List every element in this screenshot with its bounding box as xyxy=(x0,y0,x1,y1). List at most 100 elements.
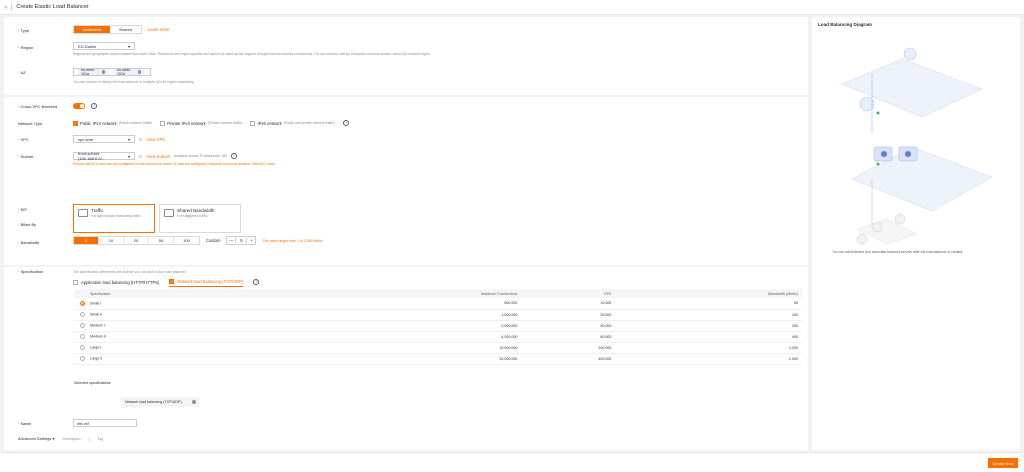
bandwidth-label: *Bandwidth xyxy=(18,240,40,245)
bandwidth-option[interactable]: 5 xyxy=(74,237,99,244)
radio-icon[interactable] xyxy=(80,334,85,339)
subnet-select[interactable]: front-subnet (192.168.0.0/... ▾ xyxy=(73,151,135,161)
network-ipv6[interactable]: IPv6 network (Public and private network … xyxy=(250,120,335,126)
column-header: Maximum Connections xyxy=(297,289,522,298)
checkbox-icon[interactable] xyxy=(160,120,166,126)
type-shared[interactable]: Shared xyxy=(110,26,141,33)
network-type-label: Network Type xyxy=(18,121,43,126)
basic-card: *Type Dedicated Shared Learn more *Regio… xyxy=(4,17,808,95)
close-icon[interactable] xyxy=(101,70,105,74)
selected-spec-value: Network load balancing (TCP/UDP) xyxy=(125,400,182,404)
vpc-label: *VPC xyxy=(18,137,29,142)
refresh-icon[interactable]: ↻ xyxy=(139,137,143,142)
traffic-icon xyxy=(78,209,88,217)
table-row[interactable]: Small I 500,000 10,000 50 xyxy=(74,298,802,310)
view-vpc-link[interactable]: View VPC xyxy=(147,137,166,142)
subnet-ip-hint: Available private IP addresses: 180 xyxy=(173,154,227,158)
checkbox-icon[interactable] xyxy=(73,279,78,285)
chevron-down-icon: ▾ xyxy=(127,136,130,142)
bandwidth-range-hint: The value ranges from 1 to 2,000 Mbit/s. xyxy=(262,238,324,243)
close-icon[interactable] xyxy=(192,400,196,404)
subnet-label: *Subnet xyxy=(18,154,34,159)
radio-icon[interactable] xyxy=(80,312,85,317)
minus-button[interactable]: — xyxy=(227,238,235,243)
network-public-ipv4[interactable]: ✓ Public IPv4 network (Public network traf… xyxy=(73,120,152,126)
eip-label: *EIP xyxy=(18,207,28,212)
radio-icon[interactable] xyxy=(80,300,85,306)
column-header: Specification xyxy=(74,289,298,298)
help-icon[interactable]: ? xyxy=(253,279,260,285)
bandwidth-option[interactable]: 20 xyxy=(124,237,149,244)
type-label: *Type xyxy=(18,28,30,33)
az-label: *AZ xyxy=(18,70,26,75)
vpc-select[interactable]: vpc-sme ▾ xyxy=(73,135,135,143)
bandwidth-option[interactable]: 10 xyxy=(99,237,124,244)
table-row[interactable]: Medium I 2,000,000 40,000 200 xyxy=(74,320,802,332)
specification-label: *Specification xyxy=(18,269,44,274)
billing-traffic-card[interactable]: Traffic For light/sharply fluctuating tr… xyxy=(73,204,155,233)
column-header: CPS xyxy=(521,289,616,298)
page-title: Create Elastic Load Balancer xyxy=(16,4,89,10)
create-now-button[interactable]: Create Now xyxy=(988,458,1018,468)
divider xyxy=(11,4,13,10)
bandwidth-icon xyxy=(164,209,174,217)
bandwidth-option[interactable]: 50 xyxy=(149,237,174,244)
spec-type-application[interactable]: Application load balancing (HTTP/HTTPS) xyxy=(73,278,159,287)
region-select[interactable]: EU-Dublin ▾ xyxy=(73,42,135,50)
advanced-item-description: Description xyxy=(62,436,81,441)
selected-specs-label: Selected specifications xyxy=(74,381,111,385)
billed-by-label: *Billed By xyxy=(18,222,37,227)
diagram-illustration xyxy=(841,47,993,245)
name-input[interactable]: elb-vsf xyxy=(73,419,137,427)
help-icon[interactable]: ? xyxy=(342,120,349,126)
column-header: Bandwidth (Mbit/s) xyxy=(615,289,802,298)
table-row[interactable]: Small II 1,000,000 20,000 100 xyxy=(74,309,802,321)
radio-icon[interactable] xyxy=(80,323,85,328)
network-card: *Cross-VPC Backend ? Network Type ✓ Publi… xyxy=(4,97,808,193)
subnet-acl-warning: Ensure that ACL rules are not configured… xyxy=(73,162,275,166)
spec-type-network[interactable]: ✓ Network load balancing (TCP/UDP) xyxy=(169,277,244,287)
view-subnet-link[interactable]: View Subnet xyxy=(147,154,170,159)
type-dedicated[interactable]: Dedicated xyxy=(74,26,111,33)
table-row[interactable]: Large II 20,000,000 400,000 2,000 xyxy=(74,353,802,365)
diagram-title: Load Balancing Diagram xyxy=(818,22,872,27)
plus-button[interactable]: + xyxy=(247,238,255,243)
custom-label: Custom xyxy=(206,238,221,243)
refresh-icon[interactable]: ↻ xyxy=(139,154,143,159)
billing-shared-bandwidth-card[interactable]: Shared Bandwidth For staggered traffic xyxy=(159,204,241,233)
radio-icon[interactable] xyxy=(80,356,85,361)
az-hint: You can choose to deploy the load balanc… xyxy=(73,80,195,84)
az-tag: eu-west-101a xyxy=(78,68,108,76)
close-icon[interactable] xyxy=(137,70,141,74)
type-segmented: Dedicated Shared xyxy=(73,25,142,34)
name-card: *Name elb-vsf Advanced Settings ▾ Descri… xyxy=(4,407,808,450)
checkbox-icon[interactable] xyxy=(250,120,256,126)
table-row[interactable]: Medium II 4,000,000 80,000 400 xyxy=(74,331,802,343)
chevron-down-icon: ▾ xyxy=(127,153,130,159)
help-icon[interactable]: ? xyxy=(230,153,237,159)
name-label: *Name xyxy=(18,421,32,426)
table-row[interactable]: Large I 10,000,000 200,000 1,000 xyxy=(74,342,802,354)
advanced-settings: Advanced Settings ▾ Description | Tag xyxy=(18,436,103,441)
checkbox-icon[interactable]: ✓ xyxy=(169,279,175,284)
load-balancing-diagram-panel: Load Balancing Diagram You can add liste… xyxy=(812,17,1020,450)
chevron-down-icon: ▾ xyxy=(52,436,55,441)
footer-bar: Create Now xyxy=(0,452,1024,472)
cross-vpc-toggle[interactable] xyxy=(73,103,85,109)
help-icon[interactable]: ? xyxy=(91,103,97,109)
bandwidth-presets: 5 10 20 50 100 xyxy=(73,236,200,245)
radio-icon[interactable] xyxy=(80,345,85,350)
diagram-footnote: You can add listeners and associate back… xyxy=(832,250,964,254)
bandwidth-input[interactable]: 5 xyxy=(235,238,248,243)
bandwidth-option[interactable]: 100 xyxy=(174,237,199,244)
az-select[interactable]: eu-west-101a eu-west-101b xyxy=(73,68,151,76)
divider: | xyxy=(88,436,90,441)
back-arrow-icon[interactable]: ‹ xyxy=(5,4,7,11)
cross-vpc-label: *Cross-VPC Backend xyxy=(18,104,58,109)
checkbox-icon[interactable]: ✓ xyxy=(73,120,78,126)
region-label: *Region xyxy=(18,45,34,50)
form-main: *Type Dedicated Shared Learn more *Regio… xyxy=(4,17,808,450)
learn-more-link[interactable]: Learn more xyxy=(148,27,169,32)
network-private-ipv4[interactable]: Private IPv4 network (Private network tra… xyxy=(160,120,242,126)
advanced-settings-toggle[interactable]: Advanced Settings ▾ xyxy=(18,436,55,441)
